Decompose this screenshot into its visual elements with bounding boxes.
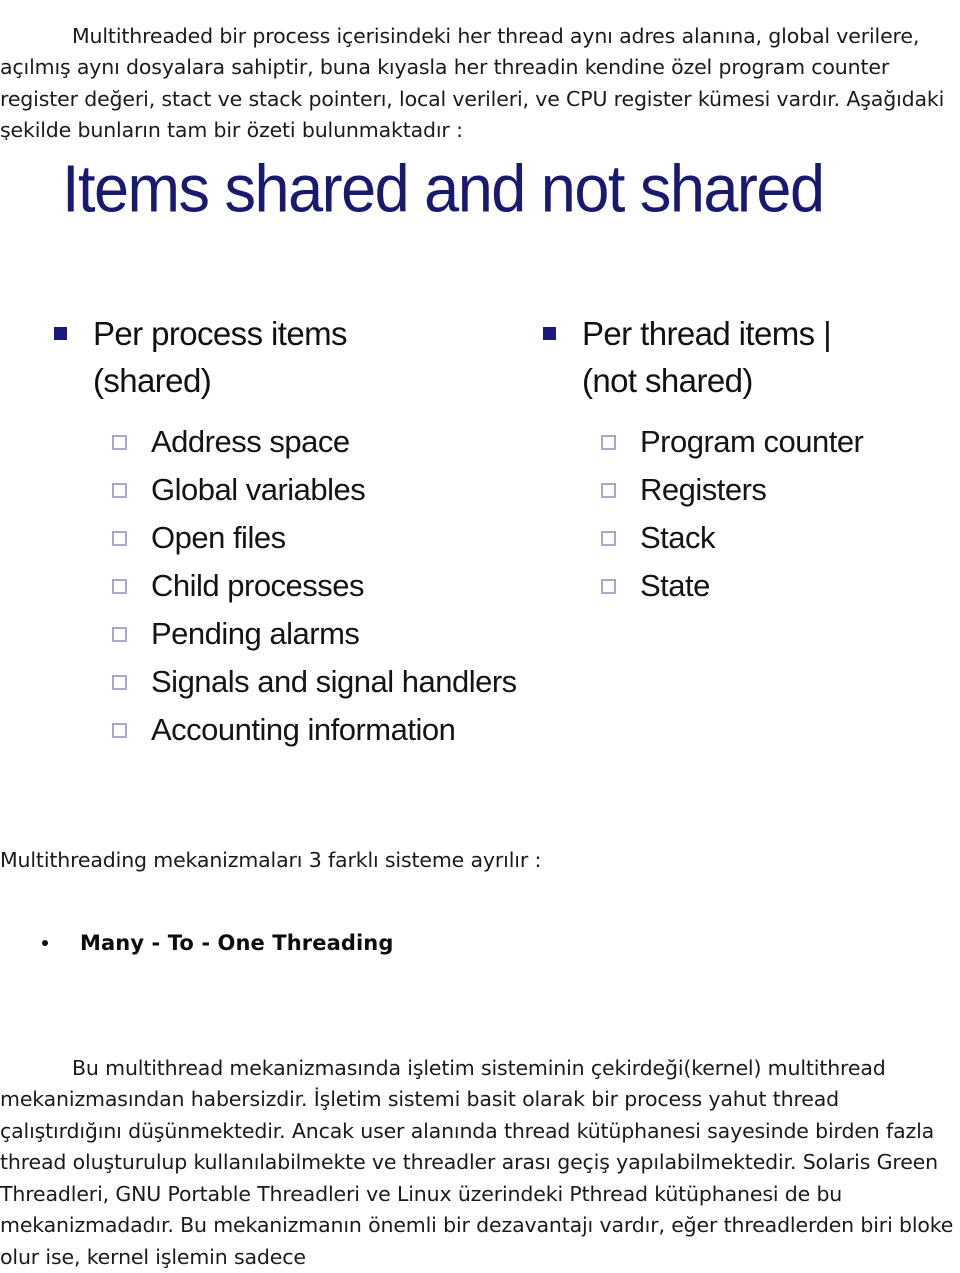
intro-paragraph: Multithreaded bir process içerisindeki h… [0, 21, 960, 147]
column-heading-per-process: Per process items (shared) [44, 310, 514, 404]
list-item: Global variables [44, 466, 514, 514]
list-item-label: State [640, 568, 710, 603]
list-item: Pending alarms [44, 610, 514, 658]
column-heading-per-thread: Per thread items | (not shared) [533, 310, 953, 404]
list-item-label: Pending alarms [151, 616, 359, 651]
list-item-label: Accounting information [151, 712, 455, 747]
column-heading-line1: Per process items [93, 315, 347, 352]
list-item: Program counter [533, 418, 953, 466]
hollow-square-bullet-icon [112, 531, 127, 546]
hollow-square-bullet-icon [601, 435, 616, 450]
list-item-label: Open files [151, 520, 286, 555]
per-process-item-list: Address space Global variables Open file… [44, 418, 514, 754]
list-item: Child processes [44, 562, 514, 610]
list-item-label: Global variables [151, 472, 365, 507]
hollow-square-bullet-icon [601, 531, 616, 546]
list-item: Registers [533, 466, 953, 514]
list-item-label: Registers [640, 472, 766, 507]
list-item-label: Child processes [151, 568, 364, 603]
list-item: Open files [44, 514, 514, 562]
hollow-square-bullet-icon [112, 627, 127, 642]
list-item: Many - To - One Threading [0, 928, 960, 958]
column-heading-line2: (shared) [93, 357, 514, 404]
mid-line-text: Multithreading mekanizmaları 3 farklı si… [0, 845, 960, 877]
list-item-label: Stack [640, 520, 715, 555]
round-bullet-icon [42, 940, 48, 946]
list-item: Accounting information [44, 706, 514, 754]
filled-square-bullet-icon [543, 327, 556, 340]
hollow-square-bullet-icon [112, 435, 127, 450]
filled-square-bullet-icon [54, 327, 67, 340]
items-shared-figure: Items shared and not shared Per process … [0, 140, 960, 760]
list-item: Stack [533, 514, 953, 562]
column-heading-line2: (not shared) [582, 357, 953, 404]
figure-column-per-process: Per process items (shared) Address space… [44, 310, 514, 754]
hollow-square-bullet-icon [601, 483, 616, 498]
hollow-square-bullet-icon [112, 483, 127, 498]
list-item-label: Signals and signal handlers [151, 664, 517, 699]
figure-column-per-thread: Per thread items | (not shared) Program … [533, 310, 953, 610]
figure-title: Items shared and not shared [62, 152, 824, 226]
list-item-label: Program counter [640, 424, 863, 459]
bullet-heading-label: Many - To - One Threading [80, 931, 393, 955]
hollow-square-bullet-icon [112, 723, 127, 738]
column-heading-line1: Per thread items | [582, 315, 831, 352]
hollow-square-bullet-icon [601, 579, 616, 594]
hollow-square-bullet-icon [112, 675, 127, 690]
list-item-label: Address space [151, 424, 350, 459]
hollow-square-bullet-icon [112, 579, 127, 594]
list-item: Signals and signal handlers [44, 658, 514, 706]
per-thread-item-list: Program counter Registers Stack State [533, 418, 953, 610]
list-item: State [533, 562, 953, 610]
document-page: Multithreaded bir process içerisindeki h… [0, 0, 960, 1249]
mechanism-bullet-section: Many - To - One Threading [0, 928, 960, 958]
list-item: Address space [44, 418, 514, 466]
body-paragraph: Bu multithread mekanizmasında işletim si… [0, 1053, 960, 1273]
mechanism-list: Many - To - One Threading [0, 928, 960, 958]
